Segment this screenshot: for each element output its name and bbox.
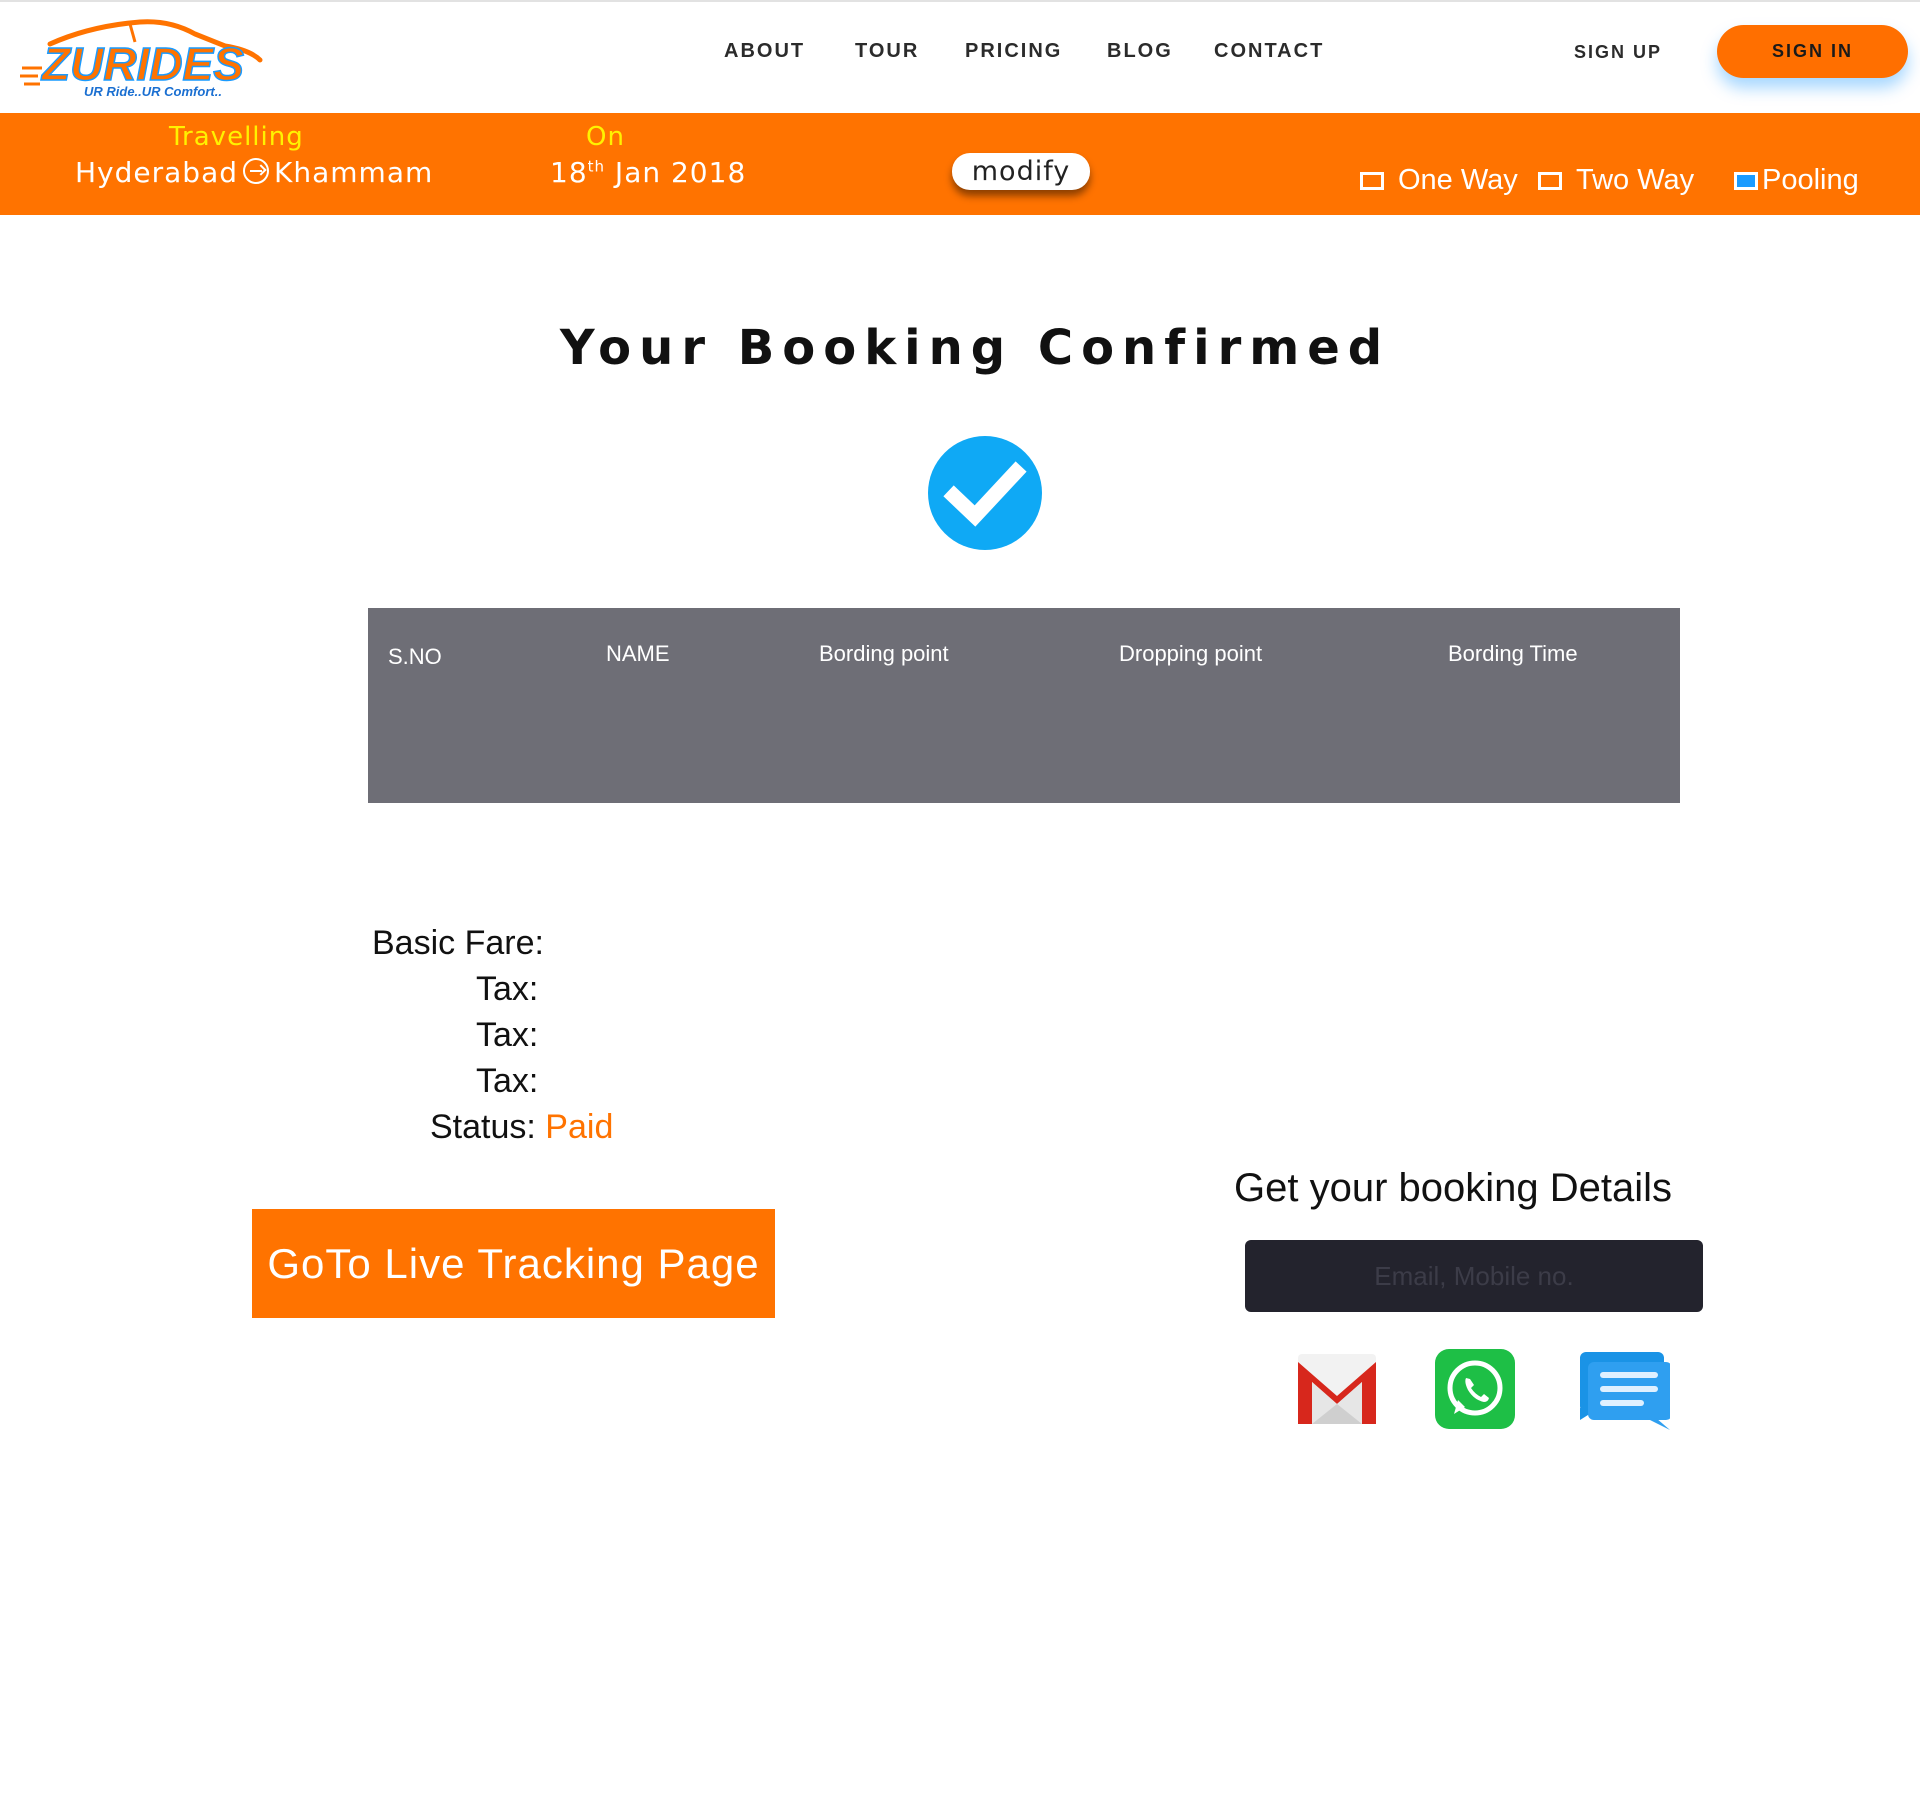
option-two-way[interactable]: Two Way [1538, 164, 1694, 197]
signin-button[interactable]: SIGN IN [1717, 25, 1908, 78]
passenger-table: S.NO NAME Bording point Dropping point B… [368, 608, 1680, 803]
date-suffix: th [587, 157, 606, 176]
page-title: Your Booking Confirmed [559, 320, 1391, 376]
table-header-boarding-point: Bording point [819, 641, 949, 666]
option-label: One Way [1398, 164, 1518, 196]
checkbox-icon[interactable] [1538, 171, 1562, 190]
travel-date: 18th Jan 2018 [550, 156, 746, 189]
whatsapp-icon[interactable] [1434, 1348, 1516, 1430]
nav-pricing[interactable]: PRICING [965, 40, 1062, 63]
route-text: Hyderabad Khammam [75, 156, 433, 189]
svg-text:UR Ride..UR Comfort..: UR Ride..UR Comfort.. [84, 84, 222, 99]
nav-tour[interactable]: TOUR [855, 40, 919, 63]
table-header-dropping-point: Dropping point [1119, 641, 1263, 666]
option-label: Two Way [1576, 164, 1695, 196]
tax-label: Tax: [476, 1062, 539, 1100]
table-header-boarding-time: Bording Time [1448, 641, 1578, 666]
checkbox-checked-icon[interactable] [1734, 171, 1758, 190]
on-label: On [586, 122, 625, 152]
checkmark-circle-icon [928, 436, 1042, 550]
arrow-right-icon [243, 158, 269, 184]
tax-label: Tax: [476, 970, 539, 1008]
message-icon[interactable] [1578, 1348, 1670, 1430]
svg-text:ZURIDES: ZURIDES [40, 38, 244, 90]
gmail-icon[interactable] [1296, 1348, 1378, 1430]
status-label: Status: [430, 1108, 536, 1146]
basic-fare-label: Basic Fare: [372, 924, 544, 962]
modify-button[interactable]: modify [952, 153, 1090, 190]
booking-details-title: Get your booking Details [1234, 1166, 1673, 1210]
date-day: 18 [550, 156, 588, 189]
table-header-name: NAME [606, 641, 670, 666]
checkbox-icon[interactable] [1360, 171, 1384, 190]
tax-label: Tax: [476, 1016, 539, 1054]
option-pooling[interactable]: Pooling [1734, 164, 1859, 197]
status-row: Status: Paid [430, 1108, 613, 1147]
nav-about[interactable]: ABOUT [724, 40, 805, 63]
date-month-year: Jan 2018 [605, 156, 747, 189]
site-header: ZURIDES UR Ride..UR Comfort.. ABOUT TOUR… [0, 0, 1920, 113]
option-one-way[interactable]: One Way [1360, 164, 1518, 197]
email-mobile-input[interactable] [1245, 1240, 1703, 1312]
travelling-label: Travelling [169, 122, 304, 152]
live-tracking-button[interactable]: GoTo Live Tracking Page [252, 1209, 775, 1318]
signup-link[interactable]: SIGN UP [1574, 42, 1662, 63]
from-city: Hyderabad [75, 156, 238, 189]
nav-contact[interactable]: CONTACT [1214, 40, 1324, 63]
nav-blog[interactable]: BLOG [1107, 40, 1173, 63]
status-value: Paid [545, 1108, 614, 1146]
zurides-logo[interactable]: ZURIDES UR Ride..UR Comfort.. [20, 16, 270, 101]
to-city: Khammam [274, 156, 434, 189]
table-header-sno: S.NO [388, 644, 442, 669]
option-label: Pooling [1762, 164, 1859, 196]
